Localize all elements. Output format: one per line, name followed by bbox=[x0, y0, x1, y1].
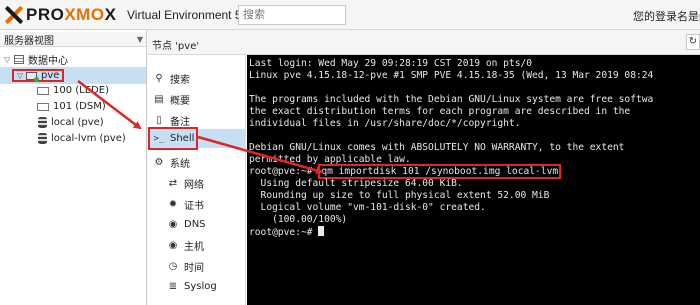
certificate-icon: ✹ bbox=[168, 199, 178, 210]
view-selector-label: 服务器视图 bbox=[4, 35, 54, 47]
nav-item-time[interactable]: ◷ 时间 bbox=[148, 257, 246, 276]
command-highlight-box: qm importdisk 101 /synoboot.img local-lv… bbox=[318, 164, 562, 179]
terminal-output-line: (100.00/100%) bbox=[249, 214, 348, 225]
nav-item-shell[interactable]: >_ Shell bbox=[148, 127, 246, 150]
pve-highlight-box: ▽ pve bbox=[12, 69, 65, 82]
nav-item-dns[interactable]: ◉ DNS bbox=[148, 215, 246, 234]
collapse-icon[interactable]: ▽ bbox=[4, 55, 11, 64]
tree-item-storage-local[interactable]: local (pve) bbox=[38, 114, 104, 131]
list-icon: ≣ bbox=[168, 281, 178, 292]
terminal-prompt: root@pve:~# bbox=[249, 166, 319, 177]
top-bar: PROXMOX Virtual Environment 5.4-3 您的登录名是… bbox=[0, 0, 700, 30]
tree-item-label: local-lvm (pve) bbox=[51, 133, 126, 144]
terminal-output-line: Using default stripesize 64.00 KiB. bbox=[249, 178, 463, 189]
storage-icon bbox=[38, 117, 47, 128]
datacenter-icon bbox=[14, 55, 24, 64]
tree-item-storage-local-lvm[interactable]: local-lvm (pve) bbox=[38, 130, 126, 147]
search-input[interactable] bbox=[238, 5, 346, 25]
proxmox-x-icon bbox=[4, 5, 24, 25]
terminal-output-line: Logical volume "vm-101-disk-0" created. bbox=[249, 202, 486, 213]
login-status: 您的登录名是roo bbox=[633, 11, 700, 23]
node-nav: ⚲ 搜索 ▤ 概要 ▯ 备注 >_ Shell ⚙ 系统 ⇄ 网络 ✹ 证书 ◉ DNS ◉ 主机 bbox=[148, 55, 246, 305]
terminal-icon: >_ bbox=[153, 133, 165, 144]
network-icon: ⇄ bbox=[168, 178, 178, 189]
terminal-cursor bbox=[318, 226, 325, 236]
nav-item-certificates[interactable]: ✹ 证书 bbox=[148, 195, 246, 214]
tree-item-vm-100[interactable]: 100 (LEDE) bbox=[37, 82, 109, 99]
tree-item-label: local (pve) bbox=[51, 117, 104, 128]
nav-item-hosts[interactable]: ◉ 主机 bbox=[148, 236, 246, 255]
tree-item-label: 100 (LEDE) bbox=[53, 85, 109, 96]
vm-icon bbox=[37, 86, 49, 95]
node-header: 节点 'pve' ↻ bbox=[148, 30, 700, 55]
tree-item-label: 数据中心 bbox=[28, 56, 68, 67]
node-online-icon bbox=[26, 71, 39, 82]
terminal-line: the exact distribution terms for each pr… bbox=[249, 106, 631, 117]
shell-highlight-box: >_ Shell bbox=[148, 127, 198, 150]
vm-icon bbox=[37, 102, 49, 111]
nav-item-summary[interactable]: ▤ 概要 bbox=[148, 90, 246, 109]
view-selector[interactable]: 服务器视图 ▼ bbox=[0, 32, 146, 47]
globe-icon: ◉ bbox=[168, 240, 178, 251]
terminal-command-line: root@pve:~# qm importdisk 101 /synoboot.… bbox=[249, 164, 700, 179]
clock-icon: ◷ bbox=[168, 261, 178, 272]
refresh-icon[interactable]: ↻ bbox=[686, 34, 700, 50]
terminal-line: The programs included with the Debian GN… bbox=[249, 94, 654, 105]
summary-icon: ▤ bbox=[154, 94, 164, 105]
nav-item-system[interactable]: ⚙ 系统 bbox=[148, 153, 246, 172]
storage-icon bbox=[38, 133, 47, 144]
resource-tree: 服务器视图 ▼ ▽ 数据中心 ▽ pve 100 (LEDE) 101 (DSM… bbox=[0, 30, 147, 305]
terminal-output-line: Rounding up size to full physical extent… bbox=[249, 190, 550, 201]
terminal-line: individual files in /usr/share/doc/*/cop… bbox=[249, 118, 521, 129]
tree-item-datacenter[interactable]: ▽ 数据中心 bbox=[4, 51, 68, 68]
nav-item-network[interactable]: ⇄ 网络 bbox=[148, 174, 246, 193]
terminal-line: Debian GNU/Linux comes with ABSOLUTELY N… bbox=[249, 142, 625, 153]
notes-icon: ▯ bbox=[156, 115, 162, 126]
proxmox-logo[interactable]: PROXMOX bbox=[4, 5, 116, 25]
page-title: 节点 'pve' bbox=[152, 41, 200, 52]
nav-item-search[interactable]: ⚲ 搜索 bbox=[148, 69, 246, 88]
nav-item-syslog[interactable]: ≣ Syslog bbox=[148, 277, 246, 296]
terminal-line: Last login: Wed May 29 09:28:19 CST 2019… bbox=[249, 58, 533, 69]
collapse-icon[interactable]: ▽ bbox=[17, 71, 24, 80]
terminal-console[interactable]: Last login: Wed May 29 09:28:19 CST 2019… bbox=[247, 55, 700, 305]
tree-item-label: 101 (DSM) bbox=[53, 101, 106, 112]
gears-icon: ⚙ bbox=[154, 157, 164, 168]
main-panel: 节点 'pve' ↻ ⚲ 搜索 ▤ 概要 ▯ 备注 >_ Shell ⚙ 系统 ⇄ 网络 ✹… bbox=[148, 30, 700, 305]
globe-icon: ◉ bbox=[168, 219, 178, 230]
tree-item-label: pve bbox=[41, 70, 60, 81]
terminal-final-prompt-line: root@pve:~# bbox=[249, 226, 700, 238]
terminal-line: Linux pve 4.15.18-12-pve #1 SMP PVE 4.15… bbox=[249, 70, 654, 81]
terminal-prompt: root@pve:~# bbox=[249, 227, 319, 238]
tree-item-vm-101[interactable]: 101 (DSM) bbox=[37, 98, 106, 115]
search-icon: ⚲ bbox=[155, 73, 163, 84]
chevron-down-icon: ▼ bbox=[136, 34, 143, 44]
